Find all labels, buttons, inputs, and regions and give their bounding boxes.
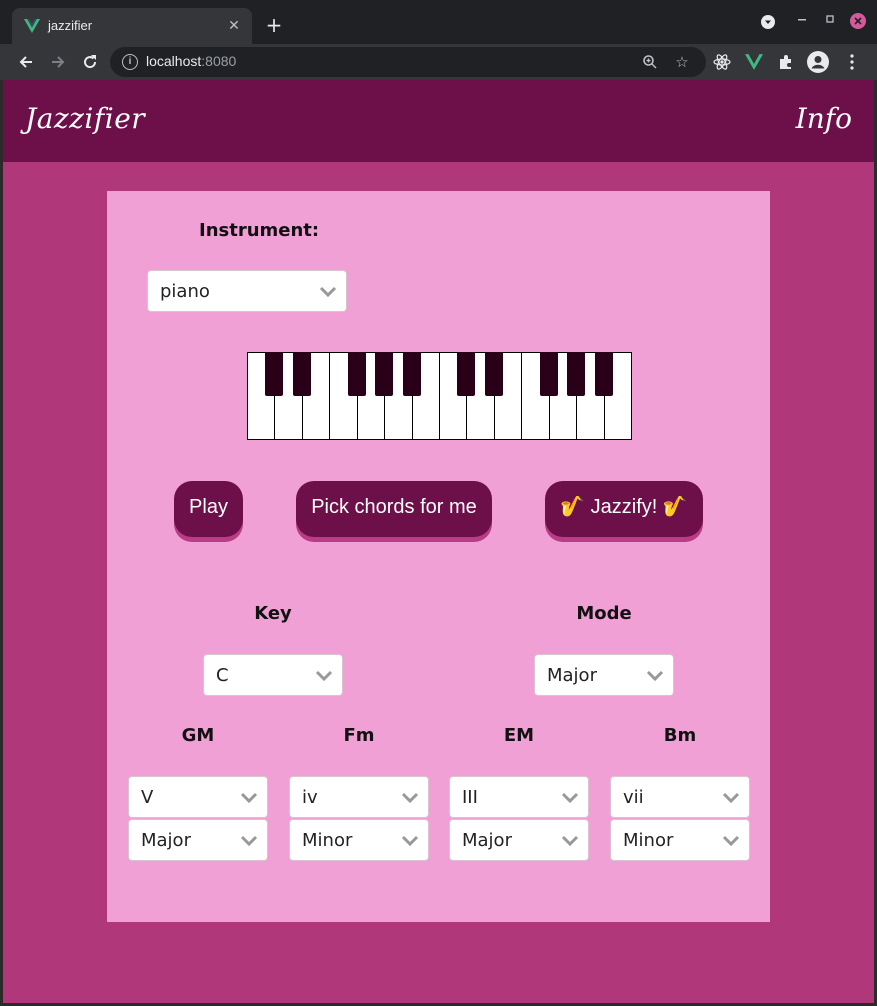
site-info-icon[interactable]: i (122, 54, 138, 70)
tab-strip: jazzifier ✕ + (0, 0, 877, 44)
bookmark-star-icon[interactable]: ☆ (672, 52, 692, 72)
chord-quality-select[interactable]: Minor (289, 819, 429, 861)
chord-quality-value: Minor (623, 830, 674, 851)
pick-chords-button[interactable]: Pick chords for me (296, 481, 492, 537)
chord-name: Bm (663, 725, 697, 746)
vue-devtools-icon[interactable] (742, 50, 766, 74)
main-panel: Instrument: piano Play Pick chords for m… (107, 191, 770, 922)
chevron-down-icon (319, 286, 337, 298)
page-viewport: Jazzifier Info Instrument: piano Play Pi… (3, 80, 874, 1003)
piano-keyboard[interactable] (247, 352, 632, 440)
chord-degree-value: vii (623, 787, 644, 808)
chord-name: Fm (343, 725, 375, 746)
chevron-down-icon (315, 670, 333, 682)
play-button[interactable]: Play (174, 481, 243, 537)
chord-degree-select[interactable]: V (128, 776, 268, 818)
browser-chrome: jazzifier ✕ + i localhost:8080 ☆ (0, 0, 877, 80)
menu-kebab-icon[interactable] (840, 50, 864, 74)
black-key[interactable] (375, 352, 394, 396)
profile-avatar-icon[interactable] (806, 50, 830, 74)
minimize-icon[interactable] (792, 12, 812, 32)
black-key[interactable] (457, 352, 476, 396)
app-header: Jazzifier Info (3, 80, 874, 162)
black-key[interactable] (539, 352, 558, 396)
instrument-value: piano (160, 281, 210, 302)
chord-name: GM (181, 725, 215, 746)
chevron-down-icon (401, 792, 419, 804)
restore-icon[interactable] (820, 12, 840, 32)
chevron-down-icon (646, 670, 664, 682)
back-icon[interactable] (14, 50, 38, 74)
chevron-down-icon (240, 835, 258, 847)
chord-quality-select[interactable]: Minor (610, 819, 750, 861)
black-key[interactable] (484, 352, 503, 396)
browser-tab[interactable]: jazzifier ✕ (12, 8, 252, 44)
key-label: Key (254, 603, 292, 624)
url-text: localhost:8080 (146, 53, 237, 69)
instrument-label: Instrument: (199, 220, 320, 241)
info-link[interactable]: Info (796, 102, 852, 135)
black-key[interactable] (292, 352, 311, 396)
mode-value: Major (547, 665, 597, 686)
chevron-down-icon (722, 792, 740, 804)
chevron-down-icon (561, 835, 579, 847)
jazzify-label: Jazzify! (590, 496, 658, 518)
close-window-icon[interactable] (848, 12, 868, 32)
black-key[interactable] (347, 352, 366, 396)
saxophone-icon: 🎷 (662, 496, 688, 518)
browser-toolbar: i localhost:8080 ☆ (0, 44, 877, 80)
chord-quality-select[interactable]: Major (449, 819, 589, 861)
chord-degree-value: III (462, 787, 478, 808)
forward-icon[interactable] (46, 50, 70, 74)
chord-quality-value: Major (141, 830, 191, 851)
saxophone-icon: 🎷 (560, 496, 586, 518)
react-devtools-icon[interactable] (710, 50, 734, 74)
black-key[interactable] (594, 352, 613, 396)
black-key[interactable] (567, 352, 586, 396)
tab-close-icon[interactable]: ✕ (224, 16, 244, 36)
chord-degree-value: V (141, 787, 154, 808)
chord-name: EM (503, 725, 535, 746)
jazzify-button[interactable]: 🎷 Jazzify! 🎷 (545, 481, 703, 537)
instrument-select[interactable]: piano (147, 270, 347, 312)
chevron-down-icon (561, 792, 579, 804)
address-bar[interactable]: i localhost:8080 ☆ (110, 47, 706, 77)
tab-title: jazzifier (48, 18, 93, 33)
black-key[interactable] (265, 352, 284, 396)
chevron-down-icon (722, 835, 740, 847)
extensions-puzzle-icon[interactable] (774, 50, 798, 74)
tab-search-icon[interactable] (758, 12, 778, 32)
chord-degree-select[interactable]: III (449, 776, 589, 818)
key-select[interactable]: C (203, 654, 343, 696)
reload-icon[interactable] (78, 50, 102, 74)
mode-label: Mode (576, 603, 632, 624)
chord-degree-select[interactable]: iv (289, 776, 429, 818)
new-tab-button[interactable]: + (262, 14, 286, 38)
chord-degree-select[interactable]: vii (610, 776, 750, 818)
black-key[interactable] (402, 352, 421, 396)
zoom-icon[interactable] (640, 52, 660, 72)
chevron-down-icon (240, 792, 258, 804)
chevron-down-icon (401, 835, 419, 847)
mode-select[interactable]: Major (534, 654, 674, 696)
chord-degree-value: iv (302, 787, 318, 808)
vue-logo-icon (24, 19, 40, 33)
chord-quality-value: Minor (302, 830, 353, 851)
chord-quality-select[interactable]: Major (128, 819, 268, 861)
app-brand[interactable]: Jazzifier (25, 102, 145, 135)
key-value: C (216, 665, 229, 686)
chord-quality-value: Major (462, 830, 512, 851)
